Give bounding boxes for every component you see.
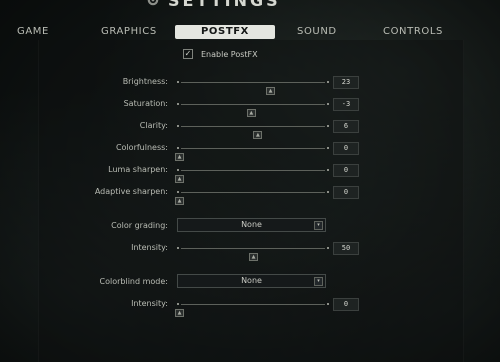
slider-track	[181, 170, 325, 171]
tab-sound[interactable]: SOUND	[297, 25, 337, 39]
luma-sharpen-value[interactable]: 0	[333, 164, 359, 177]
colorblind-mode-selected: None	[241, 276, 262, 285]
tab-controls[interactable]: CONTROLS	[383, 25, 443, 39]
slider-cap-right	[327, 191, 329, 193]
slider-track	[181, 104, 325, 105]
color-grading-label: Color grading:	[111, 221, 168, 230]
enable-postfx-checkbox[interactable]: ✓	[183, 49, 193, 59]
color-grading-intensity-slider[interactable]: ▲	[177, 242, 329, 261]
colorfulness-value[interactable]: 0	[333, 142, 359, 155]
adaptive-sharpen-value[interactable]: 0	[333, 186, 359, 199]
colorblind-mode-label: Colorblind mode:	[99, 277, 168, 286]
colorfulness-slider[interactable]: ▲	[175, 142, 329, 161]
chevron-down-icon[interactable]: ▾	[314, 277, 323, 286]
slider-knob[interactable]: ▲	[266, 87, 276, 95]
colorblind-intensity-label: Intensity:	[131, 299, 168, 308]
adaptive-sharpen-label: Adaptive sharpen:	[94, 187, 168, 196]
colorblind-intensity-slider[interactable]: ▲	[175, 298, 329, 317]
color-grading-intensity-value[interactable]: 50	[333, 242, 359, 255]
settings-panel	[38, 40, 464, 362]
slider-cap-left	[177, 103, 179, 105]
slider-track	[181, 148, 325, 149]
enable-postfx-label: Enable PostFX	[201, 49, 258, 59]
color-grading-dropdown[interactable]: None ▾	[177, 218, 326, 232]
slider-cap-left	[177, 147, 179, 149]
tab-graphics[interactable]: GRAPHICS	[101, 25, 157, 39]
slider-knob[interactable]: ▲	[246, 109, 256, 117]
slider-cap-right	[327, 169, 329, 171]
slider-cap-right	[327, 247, 329, 249]
saturation-label: Saturation:	[123, 99, 168, 108]
slider-track	[181, 82, 325, 83]
tab-game[interactable]: GAME	[17, 25, 49, 39]
slider-cap-left	[177, 169, 179, 171]
slider-track	[181, 126, 325, 127]
saturation-slider[interactable]: ▲	[177, 98, 329, 117]
clarity-value[interactable]: 6	[333, 120, 359, 133]
slider-cap-left	[177, 303, 179, 305]
slider-knob[interactable]: ▲	[175, 175, 184, 183]
saturation-value[interactable]: -3	[333, 98, 359, 111]
slider-cap-left	[177, 247, 179, 249]
colorblind-mode-dropdown[interactable]: None ▾	[177, 274, 326, 288]
clarity-slider[interactable]: ▲	[177, 120, 329, 139]
slider-knob[interactable]: ▲	[249, 253, 258, 261]
brightness-slider[interactable]: ▲	[177, 76, 329, 95]
slider-cap-left	[177, 125, 179, 127]
slider-track	[181, 248, 325, 249]
colorfulness-label: Colorfulness:	[115, 143, 168, 152]
chevron-down-icon[interactable]: ▾	[314, 221, 323, 230]
slider-knob[interactable]: ▲	[175, 309, 184, 317]
tab-postfx[interactable]: POSTFX	[175, 25, 275, 39]
color-grading-intensity-label: Intensity:	[131, 243, 168, 252]
brightness-value[interactable]: 23	[333, 76, 359, 89]
slider-knob[interactable]: ▲	[175, 153, 184, 161]
color-grading-selected: None	[241, 220, 262, 229]
colorblind-intensity-value[interactable]: 0	[333, 298, 359, 311]
brightness-label: Brightness:	[122, 77, 168, 86]
slider-cap-right	[327, 147, 329, 149]
slider-cap-right	[327, 103, 329, 105]
adaptive-sharpen-slider[interactable]: ▲	[175, 186, 329, 205]
enable-postfx-row[interactable]: ✓ Enable PostFX	[183, 48, 258, 60]
slider-track	[181, 304, 325, 305]
clarity-label: Clarity:	[139, 121, 168, 130]
slider-cap-right	[327, 125, 329, 127]
slider-track	[181, 192, 325, 193]
slider-cap-left	[177, 81, 179, 83]
slider-knob[interactable]: ▲	[175, 197, 184, 205]
luma-sharpen-slider[interactable]: ▲	[175, 164, 329, 183]
settings-title: SETTINGS	[146, 0, 281, 10]
luma-sharpen-label: Luma sharpen:	[108, 165, 168, 174]
slider-cap-right	[327, 303, 329, 305]
slider-cap-right	[327, 81, 329, 83]
gear-icon	[147, 0, 159, 6]
page-title: SETTINGS	[168, 0, 281, 10]
slider-knob[interactable]: ▲	[253, 131, 263, 139]
slider-cap-left	[177, 191, 179, 193]
